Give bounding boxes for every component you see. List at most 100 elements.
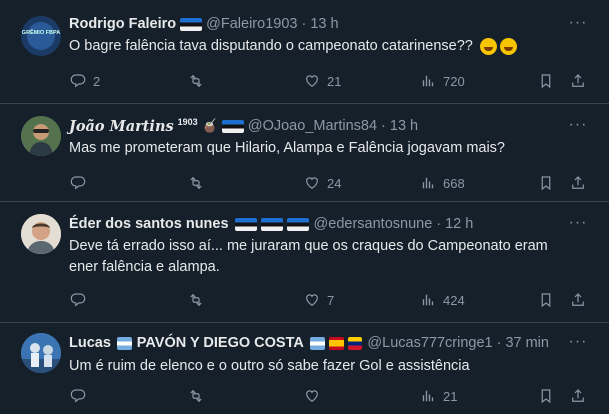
bookmark-button[interactable] — [537, 172, 555, 194]
rolling-laughing-emoji-icon — [499, 37, 517, 55]
estonia-flag-icon — [286, 217, 309, 231]
separator-dot: · — [381, 118, 386, 134]
reply-button[interactable] — [69, 289, 93, 311]
like-button[interactable]: 24 — [303, 172, 341, 194]
user-handle[interactable]: @edersantosnune — [314, 216, 433, 232]
retweet-button[interactable] — [187, 172, 211, 194]
display-name-suffix[interactable]: PAVÓN Y DIEGO COSTA — [137, 335, 304, 351]
bookmark-button[interactable] — [537, 70, 555, 92]
avatar[interactable] — [21, 116, 61, 156]
tweet-text: Um é ruim de elenco e o outro só sabe fa… — [69, 356, 569, 377]
tweet-header: Lucas PAVÓN Y DIEGO COSTA @Lucas777cring… — [69, 333, 549, 353]
share-icon — [572, 176, 584, 189]
retweet-icon — [190, 294, 202, 306]
view-count: 21 — [443, 388, 458, 404]
like-count: 21 — [327, 73, 342, 89]
rolling-laughing-emoji-icon — [479, 37, 497, 55]
retweet-icon — [190, 177, 202, 189]
tweet-text-content: O bagre falência tava disputando o campe… — [69, 38, 473, 54]
share-icon — [572, 389, 584, 402]
share-button[interactable] — [569, 385, 587, 407]
timestamp[interactable]: 37 min — [505, 335, 549, 351]
display-name[interactable]: Lucas — [69, 335, 111, 351]
timestamp[interactable]: 13 h — [310, 16, 338, 32]
tweet-text-content: Um é ruim de elenco e o outro só sabe fa… — [69, 358, 470, 374]
analytics-icon — [422, 390, 434, 402]
timestamp[interactable]: 13 h — [390, 118, 418, 134]
tweet-text-content: Mas me prometeram que Hilario, Alampa e … — [69, 140, 505, 156]
bookmark-icon — [541, 389, 551, 403]
retweet-button[interactable] — [187, 70, 211, 92]
more-options-button[interactable]: ··· — [567, 214, 589, 232]
like-count: 24 — [327, 175, 342, 191]
views-button[interactable]: 720 — [419, 70, 465, 92]
retweet-icon — [190, 390, 202, 402]
tweet-item[interactable]: Éder dos santos nunes @edersantosnune · … — [0, 202, 609, 323]
display-name[interactable]: João Martins — [69, 118, 174, 135]
tweet-text: Deve tá errado isso aí... me juraram que… — [69, 236, 569, 278]
reply-icon — [70, 293, 86, 306]
action-bar: 7 424 — [69, 289, 595, 311]
retweet-button[interactable] — [187, 385, 211, 407]
argentina-flag-icon — [116, 336, 132, 350]
more-options-button[interactable]: ··· — [567, 116, 589, 134]
views-button[interactable]: 21 — [419, 385, 457, 407]
like-button[interactable]: 21 — [303, 70, 341, 92]
tweet-text: O bagre falência tava disputando o campe… — [69, 36, 569, 57]
analytics-icon — [422, 294, 434, 306]
display-name-superscript: 1903 — [177, 117, 198, 127]
reply-button[interactable] — [69, 385, 93, 407]
share-button[interactable] — [569, 172, 587, 194]
tweet-header: Éder dos santos nunes @edersantosnune · … — [69, 214, 549, 234]
more-options-button[interactable]: ··· — [567, 14, 589, 32]
timestamp[interactable]: 12 h — [445, 216, 473, 232]
venezuela-flag-icon — [347, 336, 363, 350]
avatar[interactable] — [21, 214, 61, 254]
analytics-icon — [422, 75, 434, 87]
tweet-item[interactable]: João Martins 1903 🧉 @OJoao_Martins84 · 1… — [0, 104, 609, 202]
bookmark-icon — [541, 293, 551, 307]
tweet-text-line: ener falência e alampa. — [69, 259, 220, 275]
view-count: 424 — [443, 292, 465, 308]
tweet-header: Rodrigo Faleiro @Faleiro1903 · 13 h — [69, 14, 549, 34]
reply-count: 2 — [93, 73, 101, 89]
action-bar: 24 668 — [69, 172, 595, 194]
tweet-text: Mas me prometeram que Hilario, Alampa e … — [69, 138, 569, 159]
retweet-icon — [190, 75, 202, 87]
like-button[interactable]: 7 — [303, 289, 334, 311]
separator-dot: · — [496, 335, 502, 351]
share-button[interactable] — [569, 289, 587, 311]
bookmark-button[interactable] — [537, 289, 555, 311]
view-count: 668 — [443, 175, 465, 191]
bookmark-icon — [541, 74, 551, 88]
reply-button[interactable]: 2 — [69, 70, 100, 92]
share-icon — [572, 293, 584, 306]
estonia-flag-icon — [234, 217, 257, 231]
views-button[interactable]: 668 — [419, 172, 465, 194]
mate-emoji-icon: 🧉 — [201, 118, 218, 133]
views-button[interactable]: 424 — [419, 289, 465, 311]
tweet-item[interactable]: Lucas PAVÓN Y DIEGO COSTA @Lucas777cring… — [0, 323, 609, 414]
display-name[interactable]: Rodrigo Faleiro — [69, 16, 176, 32]
share-button[interactable] — [569, 70, 587, 92]
heart-icon — [306, 390, 318, 402]
analytics-icon — [422, 177, 434, 189]
avatar[interactable]: GRÊMIO FBPA — [21, 16, 61, 56]
bookmark-button[interactable] — [537, 385, 555, 407]
user-handle[interactable]: @Faleiro1903 — [206, 16, 297, 32]
argentina-flag-icon — [309, 336, 325, 350]
avatar[interactable] — [21, 333, 61, 373]
user-handle[interactable]: @Lucas777cringe1 — [367, 335, 492, 351]
like-button[interactable] — [303, 385, 327, 407]
user-handle[interactable]: @OJoao_Martins84 — [248, 118, 377, 134]
tweet-item[interactable]: GRÊMIO FBPA Rodrigo Faleiro @Faleiro1903… — [0, 0, 609, 104]
action-bar: 21 — [69, 385, 595, 407]
reply-icon — [70, 389, 86, 402]
retweet-button[interactable] — [187, 289, 211, 311]
action-bar: 2 21 720 — [69, 70, 595, 92]
more-options-button[interactable]: ··· — [567, 333, 589, 351]
bookmark-icon — [541, 176, 551, 190]
like-count: 7 — [327, 292, 335, 308]
display-name[interactable]: Éder dos santos nunes — [69, 216, 229, 232]
reply-button[interactable] — [69, 172, 93, 194]
